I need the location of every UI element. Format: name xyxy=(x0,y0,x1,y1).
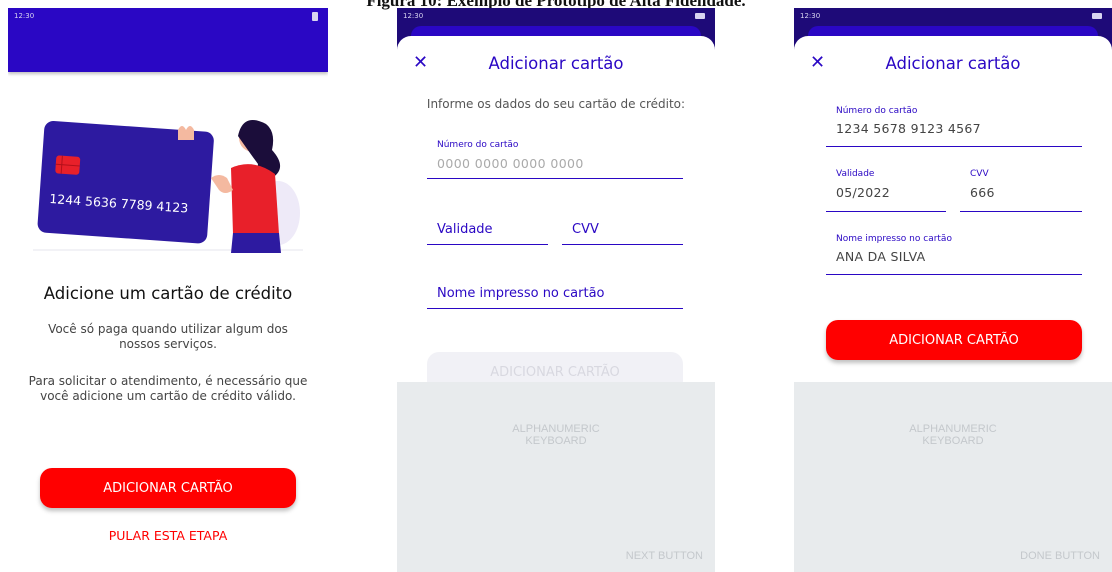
card-number-label: Número do cartão xyxy=(437,140,519,150)
cardholder-name-field[interactable]: Nome impresso no cartão ANA DA SILVA xyxy=(826,230,1082,275)
screen-add-card-empty: 12:30 ✕ Adicionar cartão Informe os dado… xyxy=(397,8,715,572)
sheet-title: Adicionar cartão xyxy=(885,54,1021,73)
instruction-text: Informe os dados do seu cartão de crédit… xyxy=(426,97,686,111)
battery-icon xyxy=(695,13,705,19)
cvv-label: CVV xyxy=(970,169,989,179)
cardholder-name-label: Nome impresso no cartão xyxy=(836,234,952,244)
add-card-sheet: ✕ Adicionar cartão Informe os dados do s… xyxy=(397,36,715,572)
cardholder-name-label: Nome impresso no cartão xyxy=(437,286,605,301)
add-card-button[interactable]: ADICIONAR CARTÃO xyxy=(826,320,1082,360)
cardholder-name-value: ANA DA SILVA xyxy=(836,249,926,264)
cvv-field[interactable]: CVV 666 xyxy=(960,165,1082,212)
skip-step-link[interactable]: PULAR ESTA ETAPA xyxy=(8,528,328,543)
status-bar: 12:30 xyxy=(397,8,715,26)
next-button[interactable]: NEXT BUTTON xyxy=(626,550,703,562)
validity-field[interactable]: Validade xyxy=(427,214,548,245)
cvv-value: 666 xyxy=(970,185,995,200)
cardholder-name-field[interactable]: Nome impresso no cartão xyxy=(427,278,683,309)
card-number-field[interactable]: Número do cartão 0000 0000 0000 0000 xyxy=(427,132,683,179)
status-time: 12:30 xyxy=(403,12,424,20)
add-card-sheet: ✕ Adicionar cartão Número do cartão 1234… xyxy=(794,36,1112,572)
done-button[interactable]: DONE BUTTON xyxy=(1020,550,1100,562)
card-number-field[interactable]: Número do cartão 1234 5678 9123 4567 xyxy=(826,102,1082,147)
status-bar: 12:30 xyxy=(794,8,1112,26)
validity-label: Validade xyxy=(437,222,493,237)
battery-icon xyxy=(1092,13,1102,19)
cvv-field[interactable]: CVV xyxy=(562,214,683,245)
screen-onboarding: 12:30 1244 5636 7789 4123 Adicione um ca… xyxy=(8,8,328,572)
keyboard-placeholder: ALPHANUMERIC KEYBOARD NEXT BUTTON xyxy=(397,382,715,572)
screen-add-card-filled: 12:30 ✕ Adicionar cartão Número do cartã… xyxy=(794,8,1112,572)
status-time: 12:30 xyxy=(800,12,821,20)
sheet-title: Adicionar cartão xyxy=(488,54,624,73)
onboarding-text-2: Para solicitar o atendimento, é necessár… xyxy=(28,374,308,403)
battery-icon xyxy=(312,12,318,21)
keyboard-label: ALPHANUMERIC KEYBOARD xyxy=(909,423,997,447)
card-number-placeholder: 0000 0000 0000 0000 xyxy=(437,156,584,171)
keyboard-label: ALPHANUMERIC KEYBOARD xyxy=(512,423,600,447)
card-number-label: Número do cartão xyxy=(836,106,918,116)
keyboard-placeholder: ALPHANUMERIC KEYBOARD DONE BUTTON xyxy=(794,382,1112,572)
validity-label: Validade xyxy=(836,169,875,179)
credit-card-illustration: 1244 5636 7789 4123 xyxy=(33,120,303,253)
add-card-button[interactable]: ADICIONAR CARTÃO xyxy=(40,468,296,508)
status-time: 12:30 xyxy=(14,12,35,20)
card-number-value: 1234 5678 9123 4567 xyxy=(836,121,981,136)
validity-value: 05/2022 xyxy=(836,185,891,200)
onboarding-text-1: Você só paga quando utilizar algum dos n… xyxy=(48,322,288,351)
status-bar: 12:30 xyxy=(8,8,328,26)
validity-field[interactable]: Validade 05/2022 xyxy=(826,165,946,212)
cvv-label: CVV xyxy=(572,222,599,237)
onboarding-title: Adicione um cartão de crédito xyxy=(43,284,293,303)
